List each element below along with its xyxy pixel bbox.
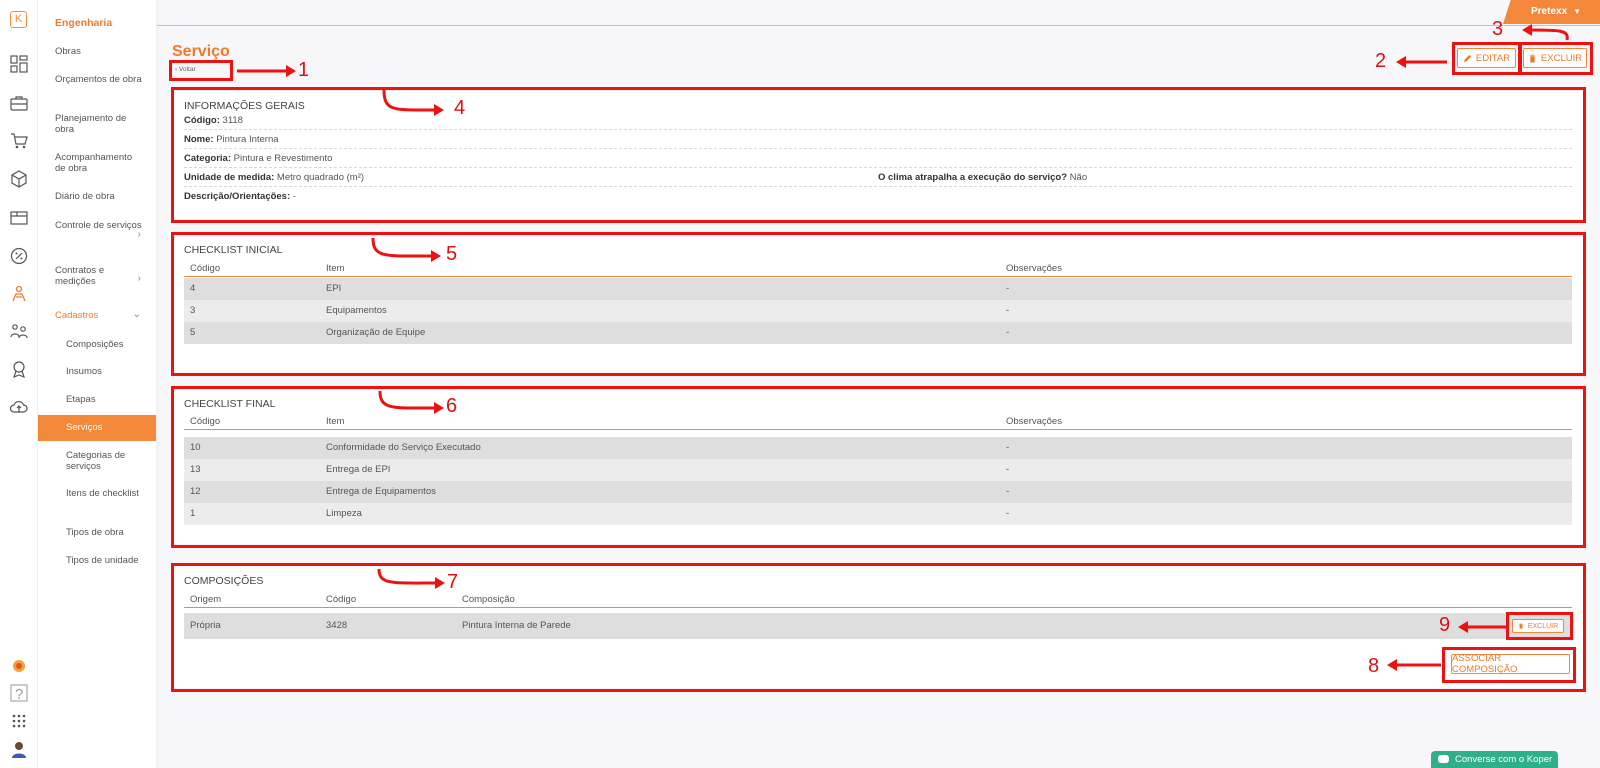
annotation-number-1: 1 [298,59,310,81]
package-icon[interactable] [10,208,28,226]
annotation-number-7: 7 [447,571,459,593]
chevron-right-icon: › [137,273,141,284]
boxes-icon[interactable] [10,170,28,188]
sidebar-nav: Engenharia Obras Orçamentos de obra Plan… [38,0,156,768]
nav-subitem-servicos[interactable]: Serviços [66,422,154,433]
chat-bubble-icon [1438,755,1449,763]
svg-text:?: ? [15,686,23,702]
annotation-box-9 [1506,612,1573,640]
chat-widget[interactable]: Converse com o Koper [1431,751,1558,768]
user-menu[interactable]: Pretexx ▼ [1503,0,1600,24]
annotation-number-2: 2 [1375,50,1387,72]
annotation-number-8: 8 [1368,655,1380,677]
arrowhead-1 [286,65,296,77]
nav-subitem-itens-checklist[interactable]: Itens de checklist [66,488,154,499]
nav-subitem-tipos-obra[interactable]: Tipos de obra [66,527,154,538]
cart-icon[interactable] [10,132,28,150]
cloud-upload-icon[interactable] [10,398,28,416]
nav-section-engenharia: Engenharia [55,17,113,29]
workers-icon[interactable] [10,322,28,340]
caret-down-icon: ▼ [1573,7,1582,16]
koper-logo-icon[interactable]: K [10,11,27,28]
nav-item-acompanhamento[interactable]: Acompanhamento de obra [55,152,143,174]
annotation-number-3: 3 [1492,18,1504,40]
nav-subitem-categorias[interactable]: Categorias de serviços [66,450,154,472]
help-icon[interactable]: ? [10,684,28,702]
annotation-box-1 [169,60,233,81]
annotation-number-4: 4 [454,97,466,119]
arrowhead-2 [1396,56,1406,68]
nav-subitem-insumos[interactable]: Insumos [66,366,154,377]
nav-subitem-tipos-unidade[interactable]: Tipos de unidade [66,555,154,566]
user-avatar-icon[interactable] [10,740,28,758]
header-divider [157,25,1600,26]
award-icon[interactable] [10,360,28,378]
nav-item-obras[interactable]: Obras [55,46,143,57]
chat-label: Converse com o Koper [1455,754,1553,765]
page-title: Serviço [172,43,230,60]
chevron-right-icon: › [137,229,141,240]
annotation-box-8 [1442,647,1576,683]
engineering-icon[interactable] [10,285,28,303]
apps-grid-icon[interactable] [10,712,28,730]
nav-item-diario[interactable]: Diário de obra [55,191,143,202]
nav-item-orcamentos[interactable]: Orçamentos de obra [55,74,143,85]
annotation-box-5 [171,232,1586,376]
user-name: Pretexx [1531,6,1568,17]
nav-item-cadastros[interactable]: Cadastros [55,310,143,321]
percent-icon[interactable] [10,247,28,265]
chevron-down-icon: ⌄ [132,309,141,320]
nav-item-contratos[interactable]: Contratos e medições [55,265,143,287]
nav-item-planejamento[interactable]: Planejamento de obra [55,113,143,135]
annotation-number-6: 6 [446,395,458,417]
notification-badge-icon[interactable] [10,657,28,675]
annotation-box-3 [1518,42,1593,75]
annotation-box-6 [171,386,1586,548]
briefcase-icon[interactable] [10,94,28,112]
arrow-3 [1528,28,1569,41]
annotation-box-4 [171,87,1586,223]
annotation-number-5: 5 [446,243,458,265]
nav-item-controle-servicos[interactable]: Controle de serviços [55,220,143,231]
nav-subitem-etapas[interactable]: Etapas [66,394,154,405]
annotation-box-2 [1452,42,1522,75]
annotation-number-9: 9 [1439,614,1451,636]
dashboard-icon[interactable] [10,55,28,73]
icon-rail: K ? [0,0,38,768]
nav-subitem-composicoes[interactable]: Composições [66,339,154,350]
